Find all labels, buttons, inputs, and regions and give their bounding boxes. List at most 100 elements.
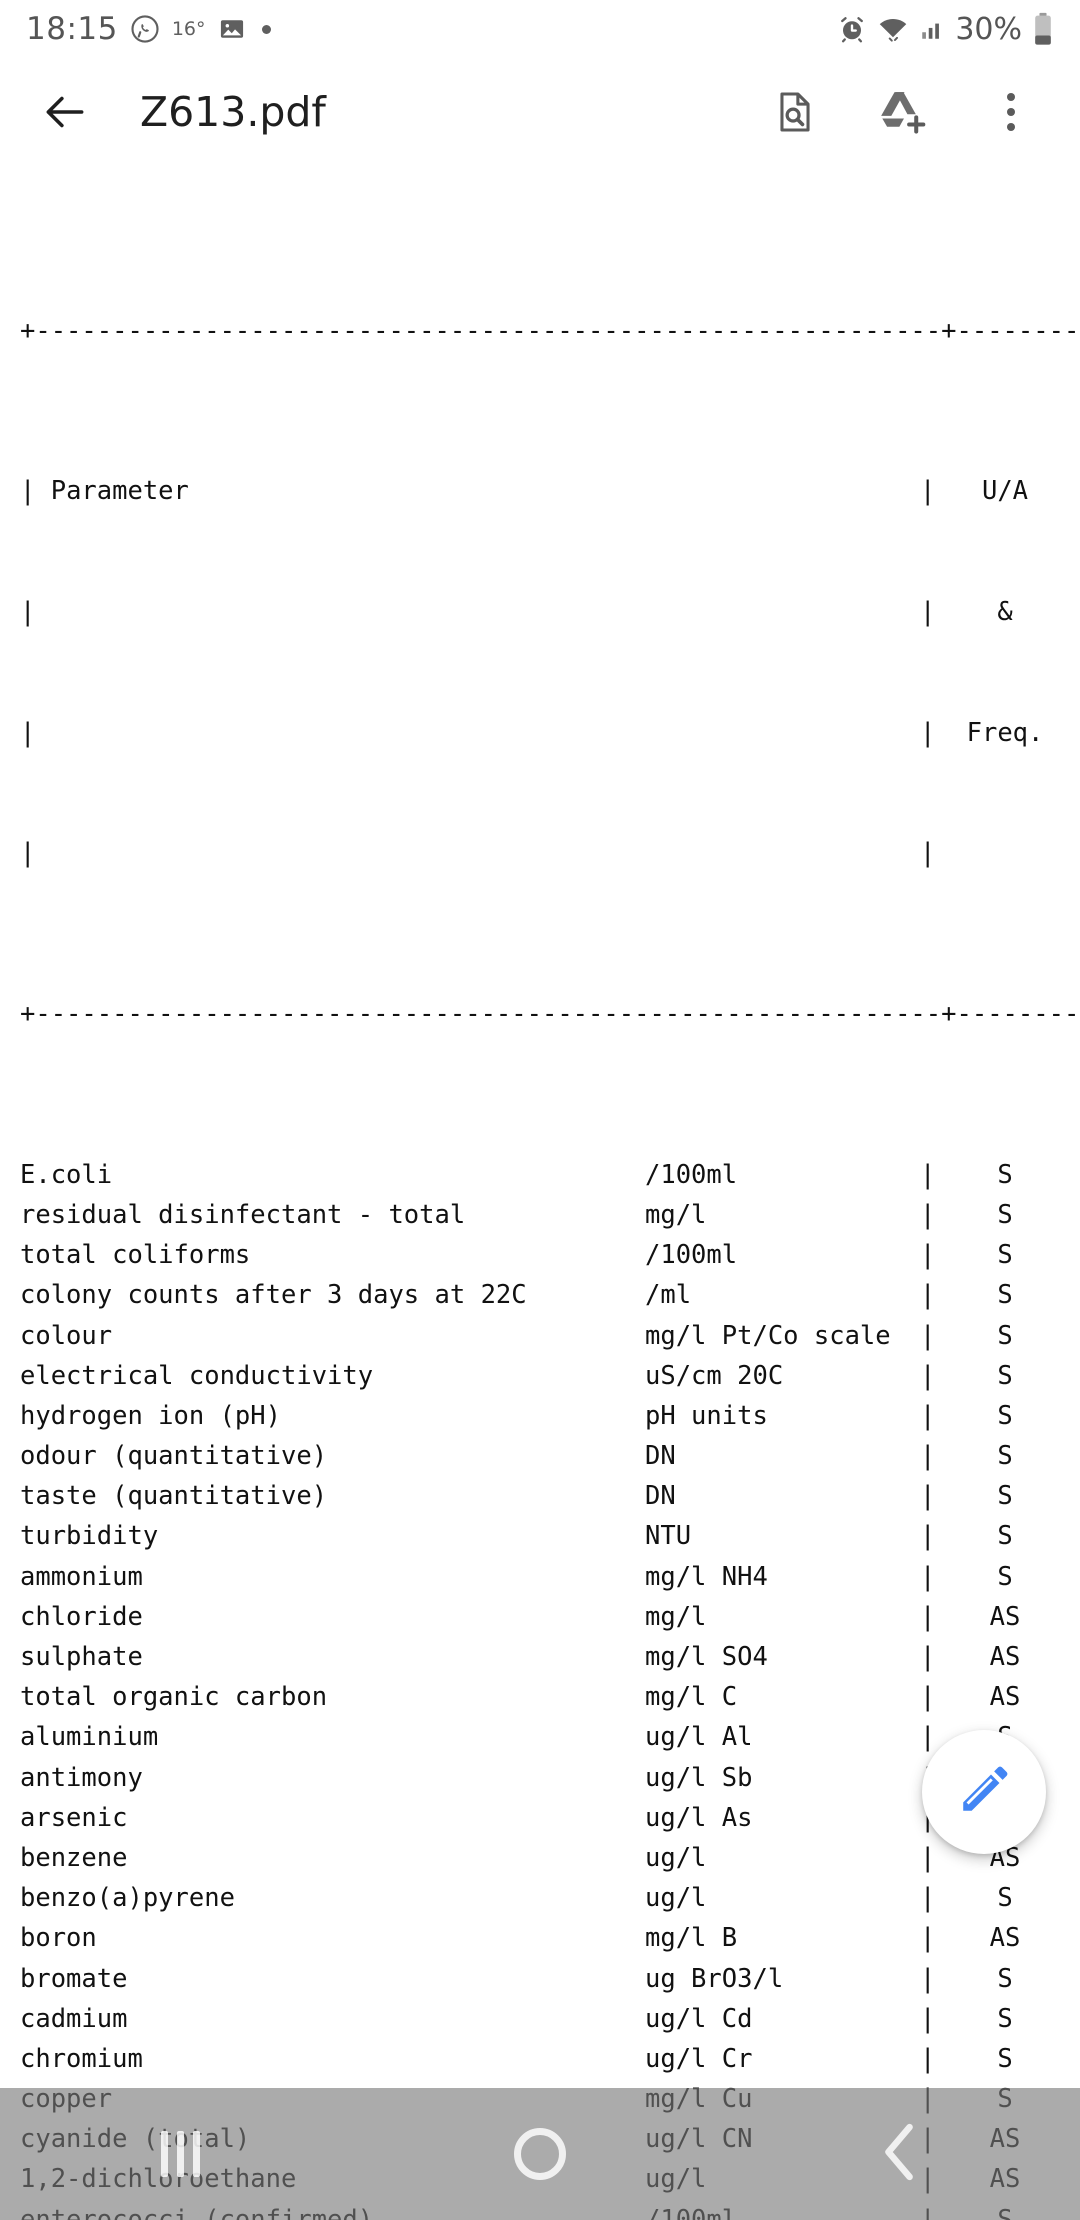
row-divider: | (920, 1963, 936, 1994)
table-header-row-2: | | & (20, 592, 1080, 632)
table-row: arsenicug/l As|S (20, 1798, 1080, 1838)
battery-percent-label: 30% (955, 11, 1022, 47)
page-title: Z613.pdf (140, 88, 326, 136)
row-parameter: residual disinfectant - total (20, 1199, 466, 1230)
row-frequency: S (997, 1883, 1013, 1914)
row-parameter: odour (quantitative) (20, 1441, 328, 1472)
row-frequency: S (997, 1159, 1013, 1190)
row-parameter: bromate (20, 1963, 128, 1994)
table-rule-mid: +---------------------------------------… (20, 998, 1080, 1029)
status-bar-right: 30% (837, 12, 1054, 47)
battery-icon (1032, 12, 1054, 46)
header-divider-1: | (920, 476, 936, 507)
row-frequency: S (997, 1360, 1013, 1391)
find-in-document-button[interactable] (768, 85, 822, 139)
header-blank-cell-2: | (20, 717, 36, 748)
table-header-row-4: | | (20, 833, 1080, 873)
row-divider: | (920, 1722, 936, 1753)
row-parameter: boron (20, 1923, 97, 1954)
row-parameter: turbidity (20, 1521, 159, 1552)
save-to-drive-button[interactable] (876, 85, 930, 139)
status-clock: 18:15 (26, 11, 118, 47)
row-divider: | (920, 1642, 936, 1673)
row-unit: uS/cm 20C (645, 1360, 784, 1391)
table-row: chloride mg/l | AS (20, 1597, 1080, 1637)
table-row: aluminiumug/l Al|S (20, 1717, 1080, 1757)
row-divider: | (920, 1240, 936, 1271)
row-unit: ug/l Sb (645, 1762, 753, 1793)
header-divider-4: | (920, 838, 936, 869)
table-row: chromium ug/l Cr | S (20, 2039, 1080, 2079)
row-frequency: S (997, 1561, 1013, 1592)
row-unit: ug/l As (645, 1802, 753, 1833)
row-parameter: sulphate (20, 1642, 143, 1673)
table-header-row-1: | Parameter | U/A (20, 471, 1080, 511)
app-bar: Z613.pdf (0, 58, 1080, 166)
back-button[interactable] (34, 81, 96, 143)
home-button[interactable] (465, 2099, 615, 2209)
row-parameter: chloride (20, 1601, 143, 1632)
row-frequency: S (997, 1400, 1013, 1431)
table-row: colour mg/l Pt/Co scale | S (20, 1316, 1080, 1356)
row-parameter: arsenic (20, 1802, 128, 1833)
edit-fab[interactable] (922, 1730, 1046, 1854)
back-chevron-icon (877, 2121, 923, 2188)
row-parameter: benzene (20, 1842, 128, 1873)
header-blank-cell-1: | (20, 597, 36, 627)
row-parameter: total coliforms (20, 1240, 251, 1271)
row-unit: NTU (645, 1521, 692, 1552)
row-frequency: S (997, 1280, 1013, 1311)
table-row: sulphate mg/l SO4 | AS (20, 1637, 1080, 1677)
row-divider: | (920, 2003, 936, 2034)
row-divider: | (920, 1923, 936, 1954)
whatsapp-icon (130, 14, 160, 44)
row-unit: ug/l Al (645, 1722, 753, 1753)
table-row: turbidity NTU | S (20, 1516, 1080, 1556)
row-unit: ug/l Cr (645, 2043, 753, 2074)
pdf-page-1: +---------------------------------------… (0, 166, 1080, 2220)
row-unit: mg/l (645, 1199, 707, 1230)
row-divider: | (920, 1360, 936, 1391)
row-unit: pH units (645, 1400, 768, 1431)
table-row: total organic carbon mg/l C | AS (20, 1677, 1080, 1717)
row-frequency: S (997, 1521, 1013, 1552)
row-parameter: taste (quantitative) (20, 1481, 328, 1512)
row-parameter: aluminium (20, 1722, 159, 1753)
row-divider: | (920, 1883, 936, 1914)
status-bar-left: 18:15 16° (26, 11, 271, 47)
row-frequency: S (997, 1240, 1013, 1271)
table-header-row-3: | | Freq. (20, 713, 1080, 753)
screen: 18:15 16° 30% Z613.pdf +----------------… (0, 0, 1080, 2220)
row-unit: ug/l (645, 1842, 707, 1873)
row-unit: /100ml (645, 1159, 738, 1190)
row-divider: | (920, 1481, 936, 1512)
row-parameter: antimony (20, 1762, 143, 1793)
table-row: benzene ug/l | AS (20, 1838, 1080, 1878)
row-frequency: S (997, 1199, 1013, 1230)
row-unit: DN (645, 1481, 676, 1512)
more-options-button[interactable] (984, 85, 1038, 139)
table-row: hydrogen ion (pH) pH units | S (20, 1396, 1080, 1436)
row-parameter: chromium (20, 2043, 143, 2074)
row-divider: | (920, 1280, 936, 1311)
row-unit: DN (645, 1441, 676, 1472)
recents-icon (160, 2131, 200, 2177)
row-divider: | (920, 1320, 936, 1351)
kebab-dot-2 (1007, 108, 1015, 116)
row-unit: mg/l SO4 (645, 1642, 768, 1673)
header-amp-cell: & (997, 597, 1013, 627)
app-bar-actions (768, 85, 1046, 139)
home-icon (514, 2128, 566, 2180)
nav-back-button[interactable] (825, 2099, 975, 2209)
recents-button[interactable] (105, 2099, 255, 2209)
table-row: bromate ug BrO3/l | S (20, 1959, 1080, 1999)
table-row: ammonium mg/l NH4 | S (20, 1557, 1080, 1597)
table-row: benzo(a)pyrene ug/l | S (20, 1878, 1080, 1918)
row-frequency: AS (989, 1682, 1021, 1713)
row-frequency: S (997, 2043, 1013, 2074)
row-divider: | (920, 2043, 936, 2074)
row-frequency: S (997, 1481, 1013, 1512)
pdf-viewer[interactable]: +---------------------------------------… (0, 166, 1080, 2220)
row-unit: ug/l (645, 1883, 707, 1914)
header-parameter-cell: | Parameter (20, 476, 189, 507)
